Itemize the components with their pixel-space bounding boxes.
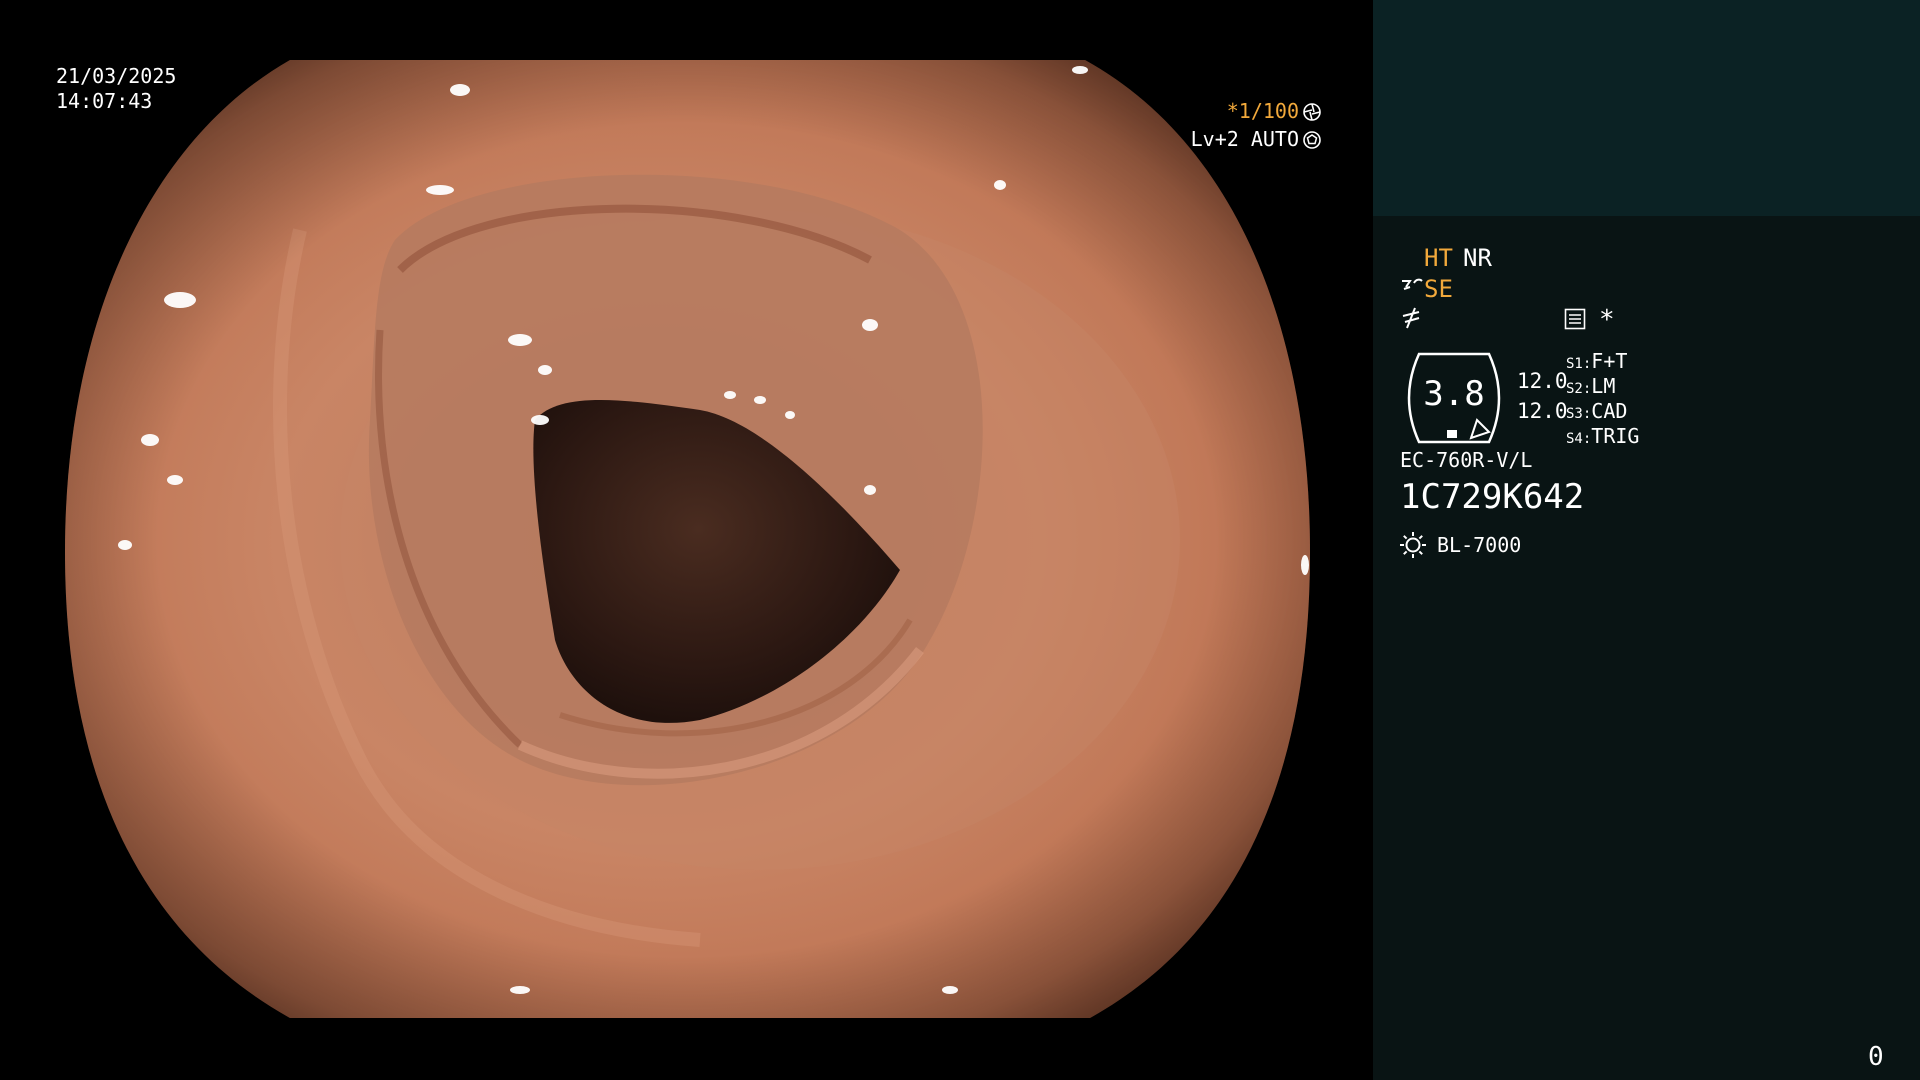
switch-value: CAD [1591,399,1628,423]
noise-reduction-indicator: NR [1463,244,1492,272]
shutter-speed: *1/100 [1226,99,1299,123]
serial-number: 1C729K642 [1400,477,1585,517]
patient-info-area [1373,0,1920,216]
endoscopic-image [65,60,1310,1018]
se-enhance-icon [1402,278,1423,290]
marker-indicator: * [1599,305,1615,335]
switch-key: S4: [1566,431,1592,447]
datetime-overlay: 21/03/2025 14:07:43 [56,64,176,114]
brightness-level: Lv+2 AUTO [1190,127,1299,151]
light-source: BL-7000 [1437,533,1522,557]
aperture-icon [1303,103,1321,121]
switch-s2: S2:LM [1566,374,1615,401]
switch-key: S1: [1566,356,1592,372]
brightness-level-indicator: Lv+2 AUTO [1191,127,1321,152]
switch-value: LM [1591,374,1616,398]
hyper-tone-indicator: HT [1424,244,1453,272]
status-panel: HT NR SE * 3.8 12.0 12.0 S1:F+T S2:LM S3… [1373,0,1920,1080]
switch-s3: S3:CAD [1566,399,1627,426]
exposure-indicator: *1/100 [1227,99,1321,124]
edge-enhance-icon [1402,307,1420,329]
menu-list-icon [1564,308,1586,330]
scope-model: EC-760R-V/L [1400,448,1533,472]
frame-counter: 0 [1868,1042,1884,1072]
iris-icon [1303,131,1321,149]
date-text: 21/03/2025 [56,64,177,88]
switch-key: S3: [1566,406,1592,422]
switch-key: S2: [1566,381,1592,397]
endoscope-view: 21/03/2025 14:07:43 *1/100 Lv+2 AUTO [0,0,1373,1080]
switch-s1: S1:F+T [1566,349,1627,376]
pressure-value-2: 12.0 [1517,399,1568,423]
sun-icon [1400,532,1426,558]
switch-s4: S4:TRIG [1566,424,1639,451]
pressure-value-1: 12.0 [1517,369,1568,393]
switch-value: TRIG [1591,424,1640,448]
switch-value: F+T [1591,349,1628,373]
structure-enhance-indicator: SE [1424,275,1453,303]
time-text: 14:07:43 [56,89,153,113]
gauge-value: 3.8 [1423,374,1485,414]
